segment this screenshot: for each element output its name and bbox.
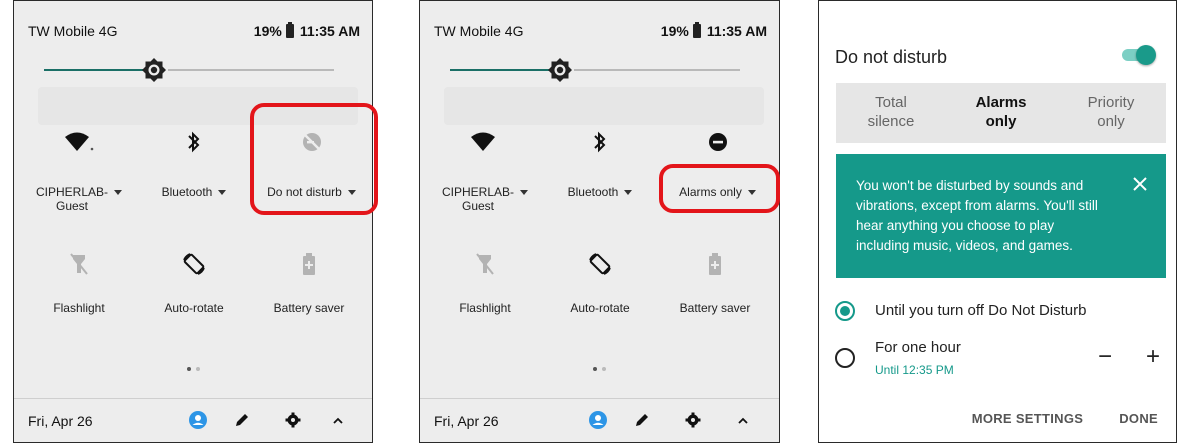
info-text: You won't be disturbed by sounds and vib… [856, 178, 1098, 253]
background-search-bar [444, 87, 764, 125]
status-bar: TW Mobile 4G 19% 11:35 AM [28, 22, 360, 43]
tile-label: Bluetooth [567, 185, 619, 199]
tile-wifi[interactable]: CIPHERLAB- Guest [430, 127, 540, 213]
tile-label: CIPHERLAB- Guest [441, 185, 515, 213]
date-label: Fri, Apr 26 [434, 413, 499, 429]
do-not-disturb-on-icon [655, 127, 779, 157]
battery-percent: 19% [253, 23, 282, 39]
option-sublabel: Until 12:35 PM [875, 363, 954, 377]
quick-settings-panel-2: TW Mobile 4G 19% 11:35 AM CIPHERLAB- Gue… [419, 0, 780, 443]
tile-flashlight[interactable]: Flashlight [430, 249, 540, 315]
mode-alarms-only[interactable]: Alarms only [946, 83, 1056, 143]
battery-saver-icon [254, 249, 364, 279]
clock: 11:35 AM [706, 23, 767, 39]
brightness-slider[interactable] [44, 58, 334, 82]
radio-until-turn-off[interactable] [835, 301, 855, 321]
edit-icon[interactable] [231, 409, 253, 431]
edit-icon[interactable] [631, 409, 653, 431]
battery-percent: 19% [660, 23, 689, 39]
tile-label: Flashlight [459, 301, 511, 315]
more-settings-button[interactable]: MORE SETTINGS [972, 411, 1084, 426]
page-indicator [420, 367, 779, 371]
mode-priority-only[interactable]: Priority only [1056, 83, 1166, 143]
tile-flashlight[interactable]: Flashlight [24, 249, 134, 315]
bluetooth-icon [139, 127, 249, 157]
settings-gear-icon[interactable] [682, 409, 704, 431]
chevron-up-icon[interactable] [327, 409, 349, 431]
mode-selector: Total silence Alarms only Priority only [836, 83, 1166, 143]
bluetooth-icon [545, 127, 655, 157]
wifi-icon [24, 127, 134, 157]
settings-gear-icon[interactable] [282, 409, 304, 431]
mode-total-silence[interactable]: Total silence [836, 83, 946, 143]
do-not-disturb-dialog: Do not disturb Total silence Alarms only… [818, 0, 1177, 443]
page-indicator [14, 367, 372, 371]
tile-auto-rotate[interactable]: Auto-rotate [139, 249, 249, 315]
battery-icon [692, 22, 701, 38]
date-label: Fri, Apr 26 [28, 413, 93, 429]
chevron-up-icon[interactable] [732, 409, 754, 431]
tile-bluetooth[interactable]: Bluetooth [545, 127, 655, 199]
option-for-one-hour[interactable]: For one hour Until 12:35 PM − + [835, 339, 1160, 383]
dialog-title: Do not disturb [835, 47, 948, 67]
status-bar: TW Mobile 4G 19% 11:35 AM [434, 22, 767, 43]
tile-bluetooth[interactable]: Bluetooth [139, 127, 249, 199]
battery-saver-icon [660, 249, 770, 279]
done-button[interactable]: DONE [1119, 411, 1158, 426]
close-icon[interactable] [1132, 176, 1148, 192]
clock: 11:35 AM [299, 23, 360, 39]
chevron-down-icon[interactable] [218, 190, 227, 195]
highlight-box-do-not-disturb [250, 103, 378, 215]
radio-for-one-hour[interactable] [835, 348, 855, 368]
tile-battery-saver[interactable]: Battery saver [660, 249, 770, 315]
tile-label: Auto-rotate [164, 301, 224, 315]
tile-wifi[interactable]: CIPHERLAB- Guest [24, 127, 134, 213]
tile-label: Bluetooth [161, 185, 213, 199]
tile-label: Battery saver [679, 301, 751, 315]
option-label: Until you turn off Do Not Disturb [875, 302, 1087, 319]
brightness-slider[interactable] [450, 58, 740, 82]
tile-label: Auto-rotate [570, 301, 630, 315]
user-icon[interactable] [187, 409, 209, 431]
wifi-icon [430, 127, 540, 157]
highlight-box-alarms-only [659, 164, 780, 213]
user-icon[interactable] [587, 409, 609, 431]
tile-label: CIPHERLAB- Guest [35, 185, 109, 213]
auto-rotate-icon [139, 249, 249, 279]
flashlight-off-icon [24, 249, 134, 279]
option-label: For one hour [875, 339, 961, 356]
chevron-down-icon[interactable] [520, 190, 529, 195]
auto-rotate-icon [545, 249, 655, 279]
carrier-label: TW Mobile 4G [434, 23, 524, 39]
chevron-down-icon[interactable] [624, 190, 633, 195]
tile-label: Battery saver [273, 301, 345, 315]
battery-icon [285, 22, 294, 38]
quick-settings-panel-1: TW Mobile 4G 19% 11:35 AM CIPHERLAB- Gue… [13, 0, 373, 443]
info-banner: You won't be disturbed by sounds and vib… [836, 154, 1166, 278]
brightness-icon[interactable] [547, 57, 573, 83]
quick-settings-footer: Fri, Apr 26 [14, 398, 372, 442]
tile-auto-rotate[interactable]: Auto-rotate [545, 249, 655, 315]
brightness-icon[interactable] [141, 57, 167, 83]
increase-duration-button[interactable]: + [1146, 345, 1160, 369]
quick-settings-footer: Fri, Apr 26 [420, 398, 779, 442]
tile-battery-saver[interactable]: Battery saver [254, 249, 364, 315]
chevron-down-icon[interactable] [114, 190, 123, 195]
carrier-label: TW Mobile 4G [28, 23, 118, 39]
flashlight-off-icon [430, 249, 540, 279]
tile-label: Flashlight [53, 301, 105, 315]
decrease-duration-button[interactable]: − [1098, 345, 1112, 369]
do-not-disturb-toggle[interactable] [1120, 45, 1156, 65]
